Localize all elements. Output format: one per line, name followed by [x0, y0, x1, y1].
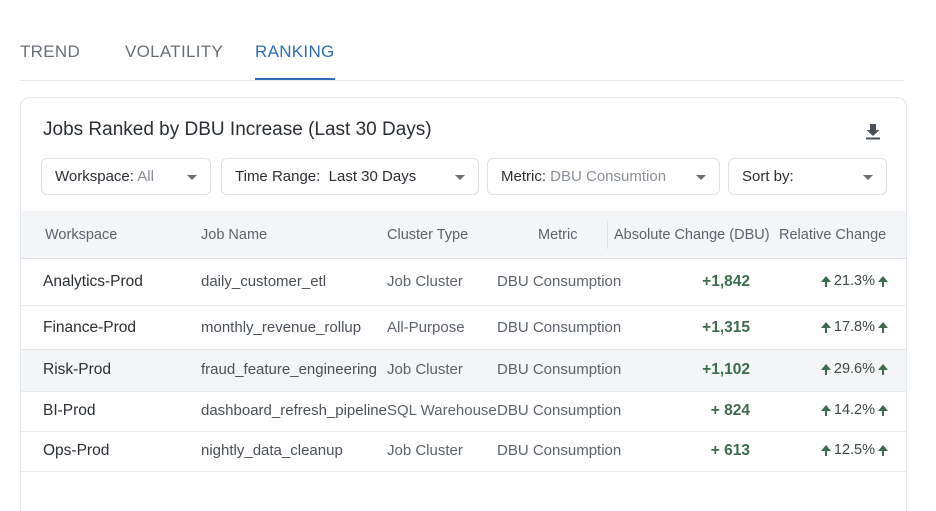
arrow-up-icon — [820, 363, 831, 375]
arrow-up-icon — [820, 275, 831, 287]
chevron-down-icon — [187, 175, 197, 180]
metric-cell: DBU Consumption — [497, 273, 622, 290]
metric-filter-value: DBU Consumtion — [550, 168, 667, 185]
time-range-filter-value: Last 30 Days — [328, 168, 417, 185]
ranking-card: Jobs Ranked by DBU Increase (Last 30 Day… — [20, 97, 907, 511]
column-header-metric[interactable]: Metric — [538, 227, 577, 243]
table-row[interactable]: Finance-Prod monthly_revenue_rollup All-… — [21, 306, 906, 350]
arrow-up-icon — [878, 404, 888, 416]
tab-trend[interactable]: TREND — [20, 42, 80, 62]
relative-change-cell: 14.2% — [820, 402, 888, 418]
job-name-cell: fraud_feature_engineering — [201, 361, 377, 378]
workspace-cell: Ops-Prod — [43, 442, 110, 459]
table-header: Workspace Job Name Cluster Type Metric A… — [21, 211, 906, 259]
absolute-change-cell: +1,315 — [702, 319, 750, 336]
metric-cell: DBU Consumption — [497, 361, 622, 378]
arrow-up-icon — [878, 444, 888, 456]
metric-cell: DBU Consumption — [497, 402, 622, 419]
card-title: Jobs Ranked by DBU Increase (Last 30 Day… — [43, 119, 432, 140]
relative-change-value: 14.2% — [833, 402, 875, 418]
column-header-absolute-change[interactable]: Absolute Change (DBU) — [614, 227, 770, 243]
download-icon[interactable] — [864, 122, 882, 140]
column-header-relative-change[interactable]: Relative Change — [779, 227, 886, 243]
table-row[interactable]: Risk-Prod fraud_feature_engineering Job … — [21, 350, 906, 392]
table-row[interactable]: Ops-Prod nightly_data_cleanup Job Cluste… — [21, 432, 906, 472]
chevron-down-icon — [863, 175, 873, 180]
chevron-down-icon — [696, 175, 706, 180]
cluster-type-cell: Job Cluster — [387, 273, 463, 290]
job-name-cell: daily_customer_etl — [201, 273, 327, 290]
cluster-type-cell: All-Purpose — [387, 319, 465, 336]
tab-bar: TREND VOLATILITY RANKING — [20, 0, 904, 81]
column-header-job-name[interactable]: Job Name — [201, 227, 267, 243]
tab-volatility[interactable]: VOLATILITY — [125, 42, 223, 62]
cluster-type-cell: SQL Warehouse — [387, 402, 497, 419]
column-header-workspace[interactable]: Workspace — [45, 227, 117, 243]
relative-change-value: 21.3% — [833, 273, 875, 289]
job-name-cell: nightly_data_cleanup — [201, 442, 343, 459]
workspace-cell: Analytics-Prod — [43, 273, 143, 290]
arrow-up-icon — [878, 321, 888, 333]
cluster-type-cell: Job Cluster — [387, 442, 463, 459]
arrow-up-icon — [820, 404, 831, 416]
absolute-change-cell: +1,102 — [702, 361, 750, 378]
metric-cell: DBU Consumption — [497, 319, 622, 336]
cluster-type-cell: Job Cluster — [387, 361, 463, 378]
sort-by-filter[interactable]: Sort by: — [728, 158, 887, 195]
time-range-filter-label: Time Range: — [235, 168, 321, 185]
relative-change-value: 17.8% — [833, 319, 875, 335]
column-header-cluster-type[interactable]: Cluster Type — [387, 227, 468, 243]
relative-change-value: 29.6% — [833, 361, 875, 377]
time-range-filter[interactable]: Time Range: Last 30 Days — [221, 158, 479, 195]
workspace-filter[interactable]: Workspace: All — [41, 158, 211, 195]
arrow-up-icon — [878, 275, 888, 287]
relative-change-value: 12.5% — [833, 442, 875, 458]
column-divider — [607, 221, 608, 249]
metric-filter-label: Metric: — [501, 168, 546, 185]
tab-ranking[interactable]: RANKING — [255, 42, 335, 80]
workspace-cell: BI-Prod — [43, 402, 96, 419]
metric-filter[interactable]: Metric: DBU Consumtion — [487, 158, 720, 195]
absolute-change-cell: + 824 — [710, 402, 750, 419]
arrow-up-icon — [820, 321, 831, 333]
table-row[interactable]: BI-Prod dashboard_refresh_pipeline SQL W… — [21, 392, 906, 432]
absolute-change-cell: + 613 — [710, 442, 750, 459]
workspace-filter-value: All — [137, 168, 154, 185]
relative-change-cell: 17.8% — [820, 319, 888, 335]
workspace-filter-label: Workspace: — [55, 168, 134, 185]
chevron-down-icon — [455, 175, 465, 180]
absolute-change-cell: +1,842 — [702, 273, 750, 290]
sort-by-filter-label: Sort by: — [742, 168, 794, 185]
metric-cell: DBU Consumption — [497, 442, 622, 459]
table-row[interactable]: Analytics-Prod daily_customer_etl Job Cl… — [21, 259, 906, 306]
relative-change-cell: 12.5% — [820, 442, 888, 458]
arrow-up-icon — [878, 363, 888, 375]
workspace-cell: Risk-Prod — [43, 361, 112, 378]
relative-change-cell: 29.6% — [820, 361, 888, 377]
arrow-up-icon — [820, 444, 831, 456]
relative-change-cell: 21.3% — [820, 273, 888, 289]
job-name-cell: monthly_revenue_rollup — [201, 319, 362, 336]
workspace-cell: Finance-Prod — [43, 319, 137, 336]
job-name-cell: dashboard_refresh_pipeline — [201, 402, 387, 419]
